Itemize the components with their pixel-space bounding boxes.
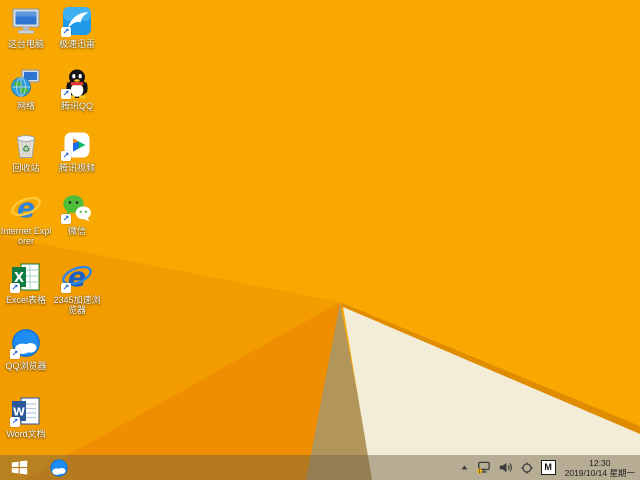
desktop-icon-excel[interactable]: X Excel表格 [0, 261, 52, 305]
desktop-icon-tencent-qq[interactable]: 腾讯QQ [51, 67, 103, 111]
icon-label: 网络 [16, 101, 35, 111]
shortcut-arrow-icon [61, 27, 71, 37]
shortcut-arrow-icon [61, 214, 71, 224]
shortcut-arrow-icon [61, 89, 71, 99]
shortcut-arrow-icon [61, 283, 71, 293]
desktop-icon-thunder[interactable]: 极速迅雷 [51, 5, 103, 49]
icon-label: 腾讯视频 [58, 163, 95, 173]
start-button[interactable] [2, 455, 36, 480]
float-utility-button[interactable] [520, 461, 534, 475]
shortcut-arrow-icon [61, 151, 71, 161]
system-tray: M 12:30 2019/10/14 星期一 [460, 455, 640, 480]
qq-browser-icon [10, 327, 42, 359]
desktop-icon-internet-explorer[interactable]: e Internet Explorer [0, 192, 52, 246]
desktop-icon-recycle-bin[interactable]: ♻ 回收站 [0, 129, 52, 173]
recycle-bin-icon: ♻ [10, 129, 42, 161]
hidden-icons-button[interactable] [460, 463, 469, 472]
svg-text:♻: ♻ [22, 144, 30, 154]
icon-label: Word文档 [6, 429, 46, 439]
icon-label: 回收站 [12, 163, 40, 173]
icon-label: Excel表格 [5, 295, 46, 305]
ime-mode-label: M [544, 462, 552, 472]
shortcut-arrow-icon [10, 283, 20, 293]
icon-label: 这台电脑 [7, 39, 44, 49]
internet-explorer-icon: e [10, 192, 42, 224]
thunder-icon [61, 5, 93, 37]
tencent-video-icon [61, 129, 93, 161]
excel-icon: X [10, 261, 42, 293]
2345-browser-icon: e [61, 261, 93, 293]
icon-label: 微信 [67, 226, 86, 236]
desktop-icon-tencent-video[interactable]: 腾讯视频 [51, 129, 103, 173]
desktop-icon-wechat[interactable]: 微信 [51, 192, 103, 236]
icon-label: 极速迅雷 [58, 39, 95, 49]
taskbar: M 12:30 2019/10/14 星期一 [0, 455, 640, 480]
speaker-icon [499, 462, 512, 473]
shortcut-arrow-icon [10, 349, 20, 359]
desktop-icon-word[interactable]: W Word文档 [0, 395, 52, 439]
icon-label: 腾讯QQ [60, 101, 93, 111]
taskbar-clock[interactable]: 12:30 2019/10/14 星期一 [563, 458, 635, 478]
taskbar-pinned-qq-browser[interactable] [44, 455, 74, 480]
desktop-icon-this-pc[interactable]: 这台电脑 [0, 5, 52, 49]
desktop-icon-qq-browser[interactable]: QQ浏览器 [0, 327, 52, 371]
ime-indicator[interactable]: M [540, 460, 556, 475]
icon-label: 2345加速浏览器 [53, 295, 101, 315]
desktop: 这台电脑 网络 ♻ 回收站 e Internet Explorer X ↗ Ex… [0, 0, 640, 480]
word-icon: W [10, 395, 42, 427]
clock-time: 12:30 [589, 457, 611, 468]
windows-logo-icon [11, 460, 27, 475]
network-warning-icon [476, 461, 490, 474]
volume-button[interactable] [498, 460, 513, 475]
clock-date: 2019/10/14 星期一 [564, 467, 635, 478]
network-status-button[interactable] [476, 460, 491, 475]
this-pc-icon [10, 5, 42, 37]
circle-crosshair-icon [520, 461, 533, 474]
desktop-icon-2345-browser[interactable]: e 2345加速浏览器 [51, 261, 103, 315]
chevron-up-icon [461, 465, 468, 470]
tencent-qq-icon [61, 67, 93, 99]
shortcut-arrow-icon [10, 417, 20, 427]
network-icon [10, 67, 42, 99]
icon-label: QQ浏览器 [5, 361, 47, 371]
desktop-icon-network[interactable]: 网络 [0, 67, 52, 111]
icon-label: Internet Explorer [0, 226, 52, 246]
wechat-icon [61, 192, 93, 224]
qq-browser-icon [50, 458, 68, 477]
